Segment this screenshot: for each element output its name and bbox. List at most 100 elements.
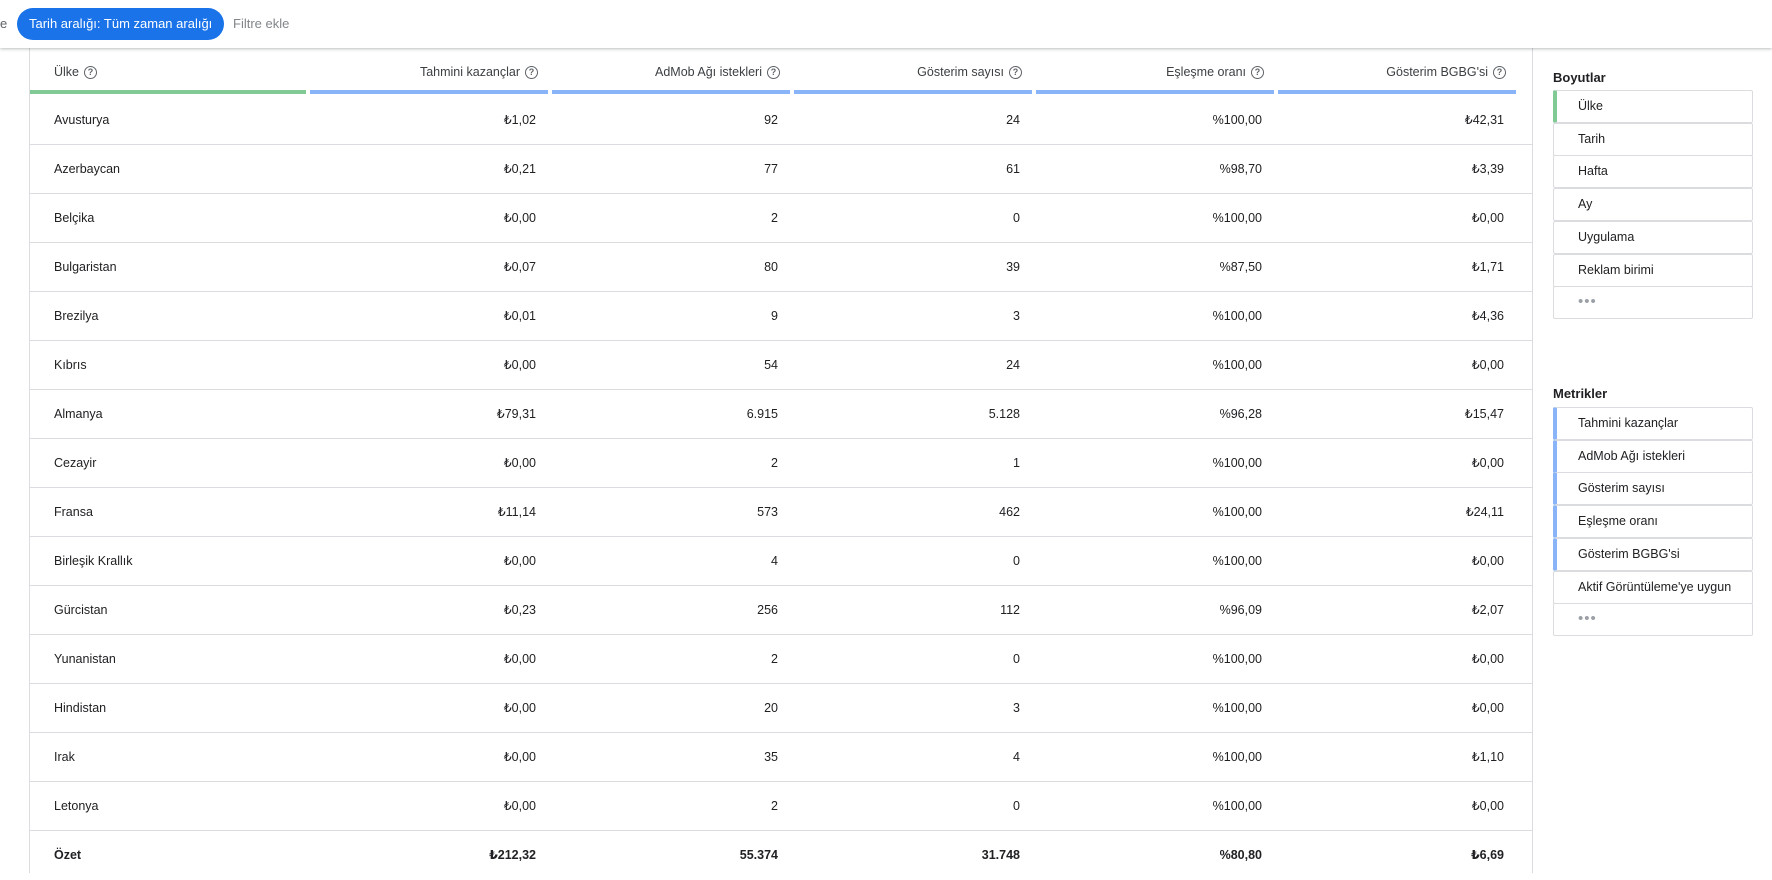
ecpm-cell: ₺42,31 [1464, 113, 1504, 127]
table-row: Belçika ₺0,00 2 0 %100,00 ₺0,00 [30, 194, 1533, 243]
impressions-cell: 31.748 [981, 848, 1020, 862]
dimension-item[interactable]: Tarih [1553, 122, 1753, 156]
help-icon[interactable]: ? [1009, 65, 1022, 79]
help-icon[interactable]: ? [767, 65, 780, 79]
dimension-more-button[interactable]: ••• [1553, 286, 1753, 320]
impressions-cell: 39 [1006, 260, 1020, 274]
country-cell: Hindistan [54, 701, 107, 715]
column-header-match-rate[interactable]: Eşleşme oranı? [1036, 48, 1274, 96]
metric-item[interactable]: Aktif Görüntüleme'ye uygun [1553, 570, 1753, 604]
match-rate-cell: %100,00 [1212, 750, 1262, 764]
dimension-item[interactable]: Reklam birimi [1553, 253, 1753, 287]
requests-cell: 573 [757, 505, 778, 519]
impressions-cell: 462 [999, 505, 1020, 519]
requests-cell: 92 [764, 113, 778, 127]
requests-cell: 77 [764, 162, 778, 176]
impressions-cell: 5.128 [988, 407, 1020, 421]
ecpm-cell: ₺0,00 [1471, 211, 1504, 225]
help-icon[interactable]: ? [1251, 65, 1264, 79]
ecpm-cell: ₺0,00 [1471, 701, 1504, 715]
metric-more-button[interactable]: ••• [1553, 603, 1753, 637]
country-cell: Avusturya [54, 113, 110, 127]
earnings-cell: ₺212,32 [489, 848, 536, 862]
impressions-cell: 61 [1006, 162, 1020, 176]
match-rate-cell: %100,00 [1212, 456, 1262, 470]
add-filter-button[interactable]: Filtre ekle [233, 16, 289, 31]
country-cell: Cezayir [54, 456, 97, 470]
column-header-country[interactable]: Ülke? [30, 48, 306, 96]
column-header-ecpm[interactable]: Gösterim BGBG'si? [1278, 48, 1516, 96]
earnings-cell: ₺0,00 [503, 358, 536, 372]
country-cell: Brezilya [54, 309, 99, 323]
table-row: Fransa ₺11,14 573 462 %100,00 ₺24,11 [30, 488, 1533, 537]
match-rate-cell: %100,00 [1212, 799, 1262, 813]
country-cell: Özet [54, 848, 82, 862]
earnings-cell: ₺0,21 [503, 162, 536, 176]
dimension-item[interactable]: Ülke [1553, 90, 1753, 123]
earnings-cell: ₺0,00 [503, 211, 536, 225]
column-header-earnings[interactable]: Tahmini kazançlar? [310, 48, 548, 96]
requests-cell: 256 [757, 603, 778, 617]
help-icon[interactable]: ? [525, 65, 538, 79]
ecpm-cell: ₺24,11 [1465, 505, 1504, 519]
earnings-cell: ₺0,00 [503, 750, 536, 764]
metric-item[interactable]: Eşleşme oranı [1553, 505, 1753, 539]
column-color-bar [794, 90, 1032, 94]
column-header-impressions[interactable]: Gösterim sayısı? [794, 48, 1032, 96]
column-header-label: AdMob Ağı istekleri [655, 65, 762, 79]
requests-cell: 35 [764, 750, 778, 764]
impressions-cell: 4 [1013, 750, 1020, 764]
requests-cell: 20 [764, 701, 778, 715]
impressions-cell: 0 [1013, 799, 1020, 813]
earnings-cell: ₺0,00 [503, 701, 536, 715]
help-icon[interactable]: ? [84, 65, 98, 79]
column-color-bar [30, 90, 306, 94]
match-rate-cell: %100,00 [1212, 701, 1262, 715]
metric-item[interactable]: Gösterim BGBG'si [1553, 537, 1753, 571]
date-range-chip[interactable]: Tarih aralığı: Tüm zaman aralığı [17, 8, 225, 40]
table-row: Birleşik Krallık ₺0,00 4 0 %100,00 ₺0,00 [30, 537, 1533, 586]
filter-bar: e Tarih aralığı: Tüm zaman aralığı Filtr… [0, 0, 1772, 48]
column-color-bar [1278, 90, 1516, 94]
metric-item[interactable]: AdMob Ağı istekleri [1553, 439, 1753, 473]
metric-item[interactable]: Gösterim sayısı [1553, 472, 1753, 506]
earnings-cell: ₺79,31 [496, 407, 536, 421]
table-row: Kıbrıs ₺0,00 54 24 %100,00 ₺0,00 [30, 341, 1533, 390]
earnings-cell: ₺1,02 [503, 113, 536, 127]
column-header-requests[interactable]: AdMob Ağı istekleri? [552, 48, 790, 96]
match-rate-cell: %100,00 [1212, 309, 1262, 323]
country-cell: Birleşik Krallık [54, 554, 133, 568]
match-rate-cell: %100,00 [1212, 358, 1262, 372]
earnings-cell: ₺0,00 [503, 799, 536, 813]
dimensions-title: Boyutlar [1553, 70, 1606, 85]
match-rate-cell: %96,09 [1219, 603, 1262, 617]
table-row: Brezilya ₺0,01 9 3 %100,00 ₺4,36 [30, 292, 1533, 341]
table-row: Gürcistan ₺0,23 256 112 %96,09 ₺2,07 [30, 586, 1533, 635]
earnings-cell: ₺0,23 [503, 603, 536, 617]
table-row: Cezayir ₺0,00 2 1 %100,00 ₺0,00 [30, 439, 1533, 488]
requests-cell: 2 [771, 652, 778, 666]
match-rate-cell: %100,00 [1212, 505, 1262, 519]
metric-item[interactable]: Tahmini kazançlar [1553, 407, 1753, 440]
match-rate-cell: %98,70 [1219, 162, 1262, 176]
table-row: Letonya ₺0,00 2 0 %100,00 ₺0,00 [30, 782, 1533, 831]
dimension-item[interactable]: Uygulama [1553, 220, 1753, 254]
country-cell: Fransa [54, 505, 93, 519]
impressions-cell: 0 [1013, 652, 1020, 666]
country-cell: Belçika [54, 211, 95, 225]
requests-cell: 55.374 [739, 848, 778, 862]
dimension-item[interactable]: Hafta [1553, 155, 1753, 189]
impressions-cell: 3 [1013, 701, 1020, 715]
help-icon[interactable]: ? [1493, 65, 1506, 79]
earnings-cell: ₺0,07 [503, 260, 536, 274]
impressions-cell: 0 [1013, 554, 1020, 568]
table-row: Yunanistan ₺0,00 2 0 %100,00 ₺0,00 [30, 635, 1533, 684]
dimension-item[interactable]: Ay [1553, 188, 1753, 222]
country-cell: Letonya [54, 799, 99, 813]
table-row: Bulgaristan ₺0,07 80 39 %87,50 ₺1,71 [30, 243, 1533, 292]
country-cell: Gürcistan [54, 603, 108, 617]
ecpm-cell: ₺0,00 [1471, 799, 1504, 813]
requests-cell: 9 [771, 309, 778, 323]
table-row: Hindistan ₺0,00 20 3 %100,00 ₺0,00 [30, 684, 1533, 733]
match-rate-cell: %100,00 [1212, 554, 1262, 568]
